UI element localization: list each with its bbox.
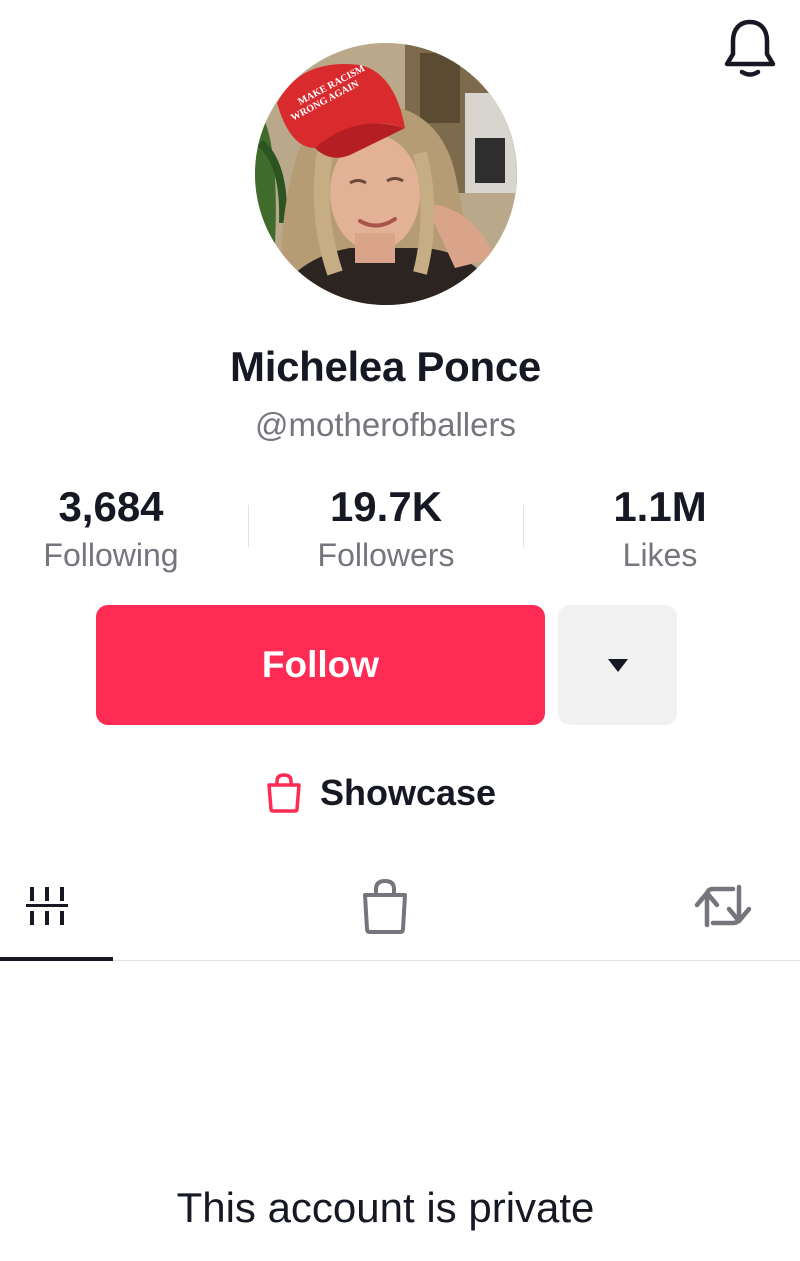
tab-bar-border [0, 960, 800, 961]
stat-divider [248, 505, 249, 547]
shopping-bag-icon [363, 878, 407, 934]
followers-label: Followers [317, 537, 455, 573]
profile-page: MAKE RACISM WRONG AGAIN Michelea Ponce @… [0, 0, 800, 1261]
tab-videos[interactable] [14, 873, 80, 939]
stat-followers[interactable]: 19.7K Followers [296, 480, 476, 576]
following-count: 3,684 [58, 483, 164, 530]
avatar[interactable]: MAKE RACISM WRONG AGAIN [255, 43, 517, 305]
shopping-bag-icon [267, 773, 301, 813]
likes-label: Likes [622, 537, 698, 573]
tab-selected-indicator [0, 957, 113, 961]
stat-likes[interactable]: 1.1M Likes [570, 480, 750, 576]
repost-icon [694, 884, 752, 928]
likes-count: 1.1M [613, 483, 707, 530]
display-name: Michelea Ponce [230, 343, 541, 390]
followers-count: 19.7K [329, 483, 443, 530]
stat-following[interactable]: 3,684 Following [21, 480, 201, 576]
bell-icon[interactable] [718, 14, 782, 78]
videos-grid-icon [26, 887, 68, 925]
more-options-button[interactable] [558, 605, 677, 725]
tab-shop[interactable] [352, 873, 418, 939]
tab-reposts[interactable] [690, 873, 756, 939]
triangle-down-icon [607, 659, 628, 672]
username: @motherofballers [255, 406, 516, 443]
following-label: Following [43, 537, 179, 573]
follow-button[interactable]: Follow [96, 605, 545, 725]
stat-divider [523, 505, 524, 547]
showcase-label: Showcase [320, 772, 497, 813]
showcase-link[interactable]: Showcase [262, 768, 496, 818]
private-account-message: This account is private [176, 1184, 595, 1231]
